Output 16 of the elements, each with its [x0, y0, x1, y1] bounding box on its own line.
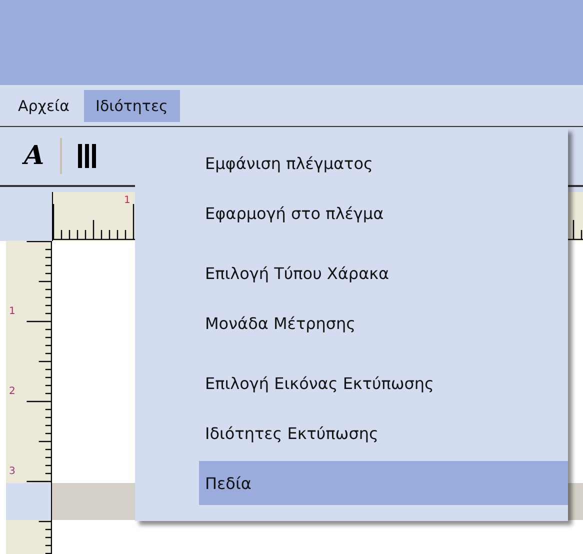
menu-item[interactable]: Πεδία [199, 461, 568, 505]
menu-title[interactable]: Ιδιότητες [84, 90, 180, 122]
menu-item[interactable]: Εμφάνιση πλέγματος [199, 138, 568, 188]
ruler-number: 1 [124, 196, 130, 206]
menu-item[interactable]: Μονάδα Μέτρησης [199, 298, 568, 348]
menu-title[interactable]: Αρχεία [6, 90, 82, 122]
menu-item[interactable]: Ιδιότητες Εκτύπωσης [199, 408, 568, 458]
menu-item[interactable]: Επιλογή Εικόνας Εκτύπωσης [199, 358, 568, 408]
menu-item[interactable]: Επιλογή Τύπου Χάρακα [199, 248, 568, 298]
text-tool-icon[interactable]: A [24, 143, 44, 169]
ruler-band [6, 483, 51, 520]
ruler-number: 1 [9, 307, 16, 317]
ruler-number: 3 [9, 467, 16, 477]
bars-icon[interactable] [78, 144, 96, 168]
ruler-number: 2 [9, 387, 16, 397]
menu-item[interactable]: Εφαρμογή στο πλέγμα [199, 188, 568, 238]
